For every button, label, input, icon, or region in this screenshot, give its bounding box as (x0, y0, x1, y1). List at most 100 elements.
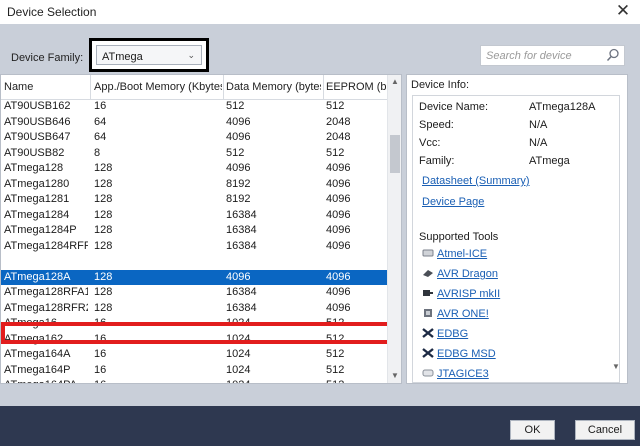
table-cell: 4096 (326, 239, 351, 252)
info-family-value: ATmega (529, 155, 570, 167)
table-cell: ATmega128 (4, 162, 64, 174)
tool-avr-dragon[interactable]: AVR Dragon (422, 268, 498, 280)
table-cell: 16384 (226, 301, 257, 314)
vertical-scrollbar[interactable]: ▲ ▼ (387, 75, 401, 383)
table-row[interactable]: ATmega164PA 16 1024 512 (1, 378, 387, 383)
ok-button[interactable]: OK (510, 420, 555, 440)
scrollbar-thumb[interactable] (390, 135, 400, 173)
table-row[interactable]: ATmega1284RFR2 128 16384 4096 (1, 239, 387, 254)
table-row[interactable] (1, 254, 387, 269)
table-cell: 512 (326, 100, 345, 112)
table-cell: 512 (226, 100, 245, 112)
edbg-msd-icon (422, 348, 434, 358)
info-vcc: Vcc: N/A (419, 137, 547, 149)
scroll-down-icon[interactable]: ▼ (391, 371, 399, 380)
search-icon[interactable] (606, 48, 620, 62)
table-row[interactable]: ATmega164A 16 1024 512 (1, 347, 387, 362)
table-cell: ATmega128RFA1 (4, 286, 88, 298)
table-row[interactable]: ATmega1281 128 8192 4096 (1, 192, 387, 207)
table-cell: 4096 (326, 177, 351, 190)
table-cell: 4096 (226, 270, 251, 283)
table-cell: 128 (94, 286, 113, 298)
table-cell: ATmega164A (4, 348, 71, 360)
scroll-up-icon[interactable]: ▲ (391, 77, 399, 86)
table-row[interactable]: ATmega128RFA1 128 16384 4096 (1, 285, 387, 300)
supported-tools-title: Supported Tools (419, 231, 499, 243)
table-row[interactable]: ATmega128RFR2 128 16384 4096 (1, 301, 387, 316)
tool-avr-one[interactable]: AVR ONE! (422, 308, 489, 320)
table-cell: 8192 (226, 193, 251, 205)
column-header-app-boot-memory[interactable]: App./Boot Memory (Kbytes) (94, 81, 222, 93)
table-cell: 128 (94, 162, 113, 174)
table-cell: 4096 (226, 162, 251, 174)
table-row[interactable]: ATmega16 16 1024 512 (1, 316, 387, 331)
avrisp-icon (423, 290, 433, 296)
table-cell: 1024 (226, 317, 251, 329)
table-cell: 4096 (326, 286, 351, 298)
tool-edbg[interactable]: EDBG (422, 328, 468, 340)
info-device-name-key: Device Name: (419, 101, 489, 113)
table-cell: 8192 (226, 177, 251, 190)
table-row[interactable]: AT90USB647 64 4096 2048 (1, 130, 387, 145)
table-row[interactable]: AT90USB162 16 512 512 (1, 99, 387, 114)
tool-jtagice3[interactable]: JTAGICE3 (422, 368, 489, 380)
table-cell: 16 (94, 100, 107, 112)
table-cell: 2048 (326, 131, 351, 143)
device-page-link[interactable]: Device Page (422, 196, 484, 208)
datasheet-link[interactable]: Datasheet (Summary) (422, 175, 530, 187)
table-cell: 128 (94, 301, 113, 314)
search-input[interactable]: Search for device (480, 45, 625, 66)
table-cell: 1024 (226, 379, 321, 383)
jtagice3-icon (422, 369, 434, 377)
info-speed-key: Speed: (419, 119, 454, 131)
device-family-select[interactable]: ATmega ⌄ (96, 45, 202, 65)
tool-label: AVRISP mkII (437, 288, 501, 300)
info-scroll-down-icon[interactable]: ▼ (612, 362, 624, 376)
cancel-button[interactable]: Cancel (575, 420, 635, 440)
table-cell: AT90USB82 (4, 146, 65, 159)
table-cell: 4096 (326, 162, 351, 174)
tool-label: AVR ONE! (437, 308, 489, 320)
table-cell: 512 (326, 379, 386, 383)
info-speed-value: N/A (529, 119, 548, 131)
tool-avrisp-mkii[interactable]: AVRISP mkII (422, 288, 500, 300)
table-row[interactable]: ATmega1284P 128 16384 4096 (1, 223, 387, 238)
info-device-name: Device Name: ATmega128A (419, 101, 595, 113)
table-cell: 8 (94, 146, 101, 159)
table-row[interactable]: ATmega128 128 4096 4096 (1, 161, 387, 176)
table-cell: 16384 (226, 239, 257, 252)
table-row[interactable]: AT90USB82 8 512 512 (1, 146, 387, 161)
table-cell: 4096 (326, 270, 351, 283)
table-cell: 64 (94, 115, 107, 128)
table-cell: 16384 (226, 286, 257, 298)
close-icon[interactable]: ✕ (612, 1, 634, 21)
table-row[interactable]: ATmega162 16 1024 512 (1, 332, 387, 347)
device-table[interactable]: Name App./Boot Memory (Kbytes) Data Memo… (0, 74, 402, 384)
device-family-highlight: ATmega ⌄ (89, 38, 209, 72)
table-cell: 16384 (226, 208, 257, 221)
tool-label: EDBG MSD (437, 348, 496, 360)
table-cell: 128 (94, 193, 113, 205)
table-row[interactable]: ATmega1280 128 8192 4096 (1, 177, 387, 192)
table-cell: ATmega1284P (4, 224, 77, 236)
info-family-key: Family: (419, 155, 455, 167)
column-header-name[interactable]: Name (4, 81, 88, 93)
tool-atmel-ice[interactable]: Atmel-ICE (422, 248, 487, 260)
table-cell: AT90USB162 (4, 100, 71, 112)
column-header-data-memory[interactable]: Data Memory (bytes) (226, 81, 321, 93)
tool-edbg-msd[interactable]: EDBG MSD (422, 348, 496, 360)
table-cell: 4096 (226, 115, 251, 128)
column-header-eeprom[interactable]: EEPROM (byte (326, 81, 386, 93)
table-cell: 16 (94, 332, 107, 345)
device-info-content: Device Name: ATmega128A Speed: N/A Vcc: … (412, 95, 620, 383)
info-speed: Speed: N/A (419, 119, 547, 131)
device-info-panel: Device Info: Device Name: ATmega128A Spe… (406, 74, 628, 384)
device-family-value: ATmega (102, 51, 143, 63)
table-row[interactable]: AT90USB646 64 4096 2048 (1, 115, 387, 130)
chevron-down-icon: ⌄ (187, 50, 195, 60)
selected-table-row[interactable]: ATmega128A 128 4096 4096 (1, 269, 387, 285)
table-cell: 4096 (226, 131, 251, 143)
table-row[interactable]: ATmega1284 128 16384 4096 (1, 208, 387, 223)
table-cell: 1024 (226, 332, 251, 345)
table-row[interactable]: ATmega164P 16 1024 512 (1, 363, 387, 378)
